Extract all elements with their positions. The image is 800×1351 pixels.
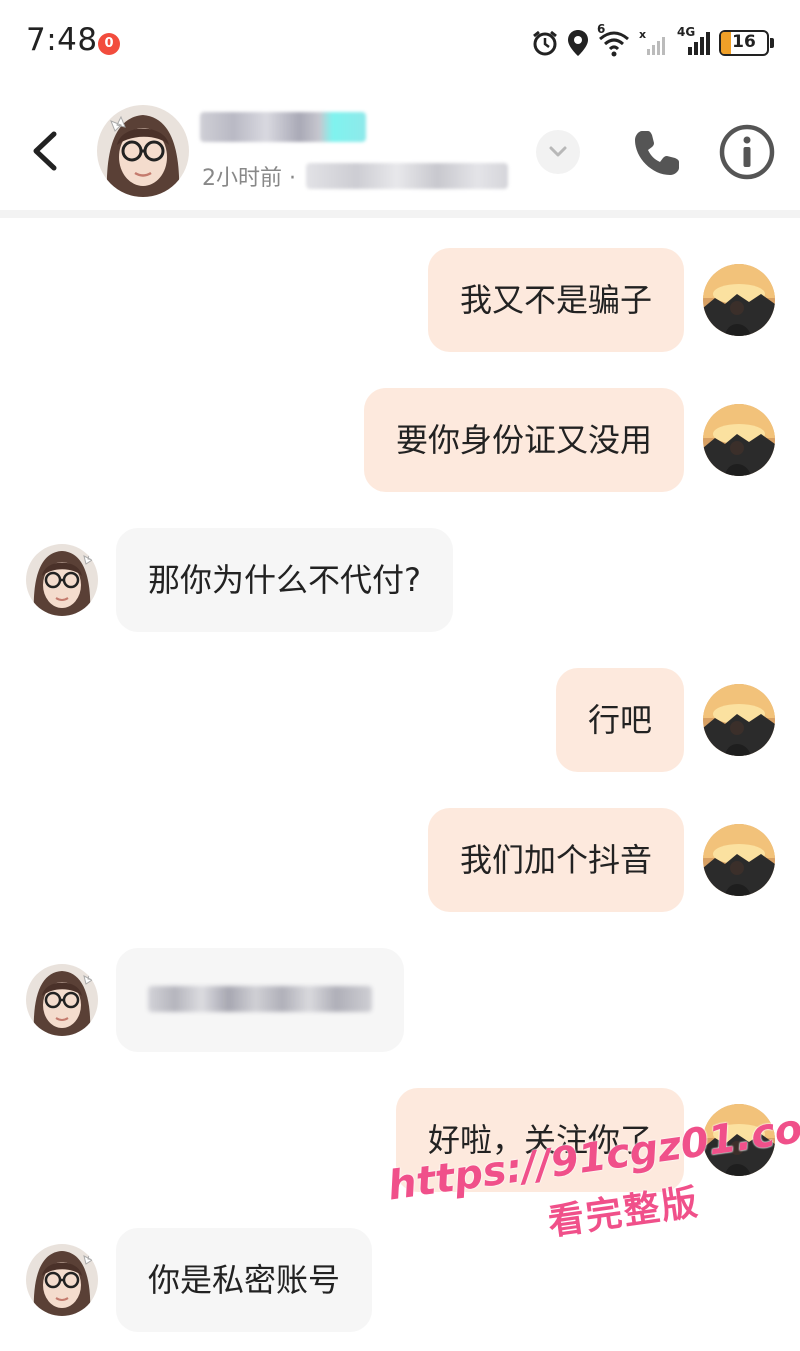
status-time: 7:48: [26, 22, 98, 58]
battery-level: 16: [732, 32, 756, 52]
info-button[interactable]: [718, 123, 776, 181]
my-avatar[interactable]: [703, 1104, 775, 1176]
battery-icon: 16: [719, 30, 769, 56]
contact-message-avatar[interactable]: [26, 964, 98, 1036]
wifi-sim-label: 6: [597, 22, 606, 36]
status-bar: 7:48 0 6 x 4G 16: [0, 0, 800, 90]
wifi-icon: 6: [597, 22, 631, 58]
location-icon: [568, 30, 588, 56]
message-text: 那你为什么不代付?: [148, 561, 421, 599]
incoming-message-bubble[interactable]: 你是私密账号: [116, 1228, 373, 1332]
message-text: 行吧: [587, 701, 652, 739]
chat-header: 2小时前 ·: [0, 90, 800, 218]
signal-empty-icon: x: [639, 29, 665, 55]
network-type: 4G: [677, 25, 696, 39]
message-text: 要你身份证又没用: [395, 421, 652, 459]
status-icons: 6 x 4G 16: [531, 22, 774, 60]
back-button[interactable]: [26, 128, 66, 174]
contact-message-avatar[interactable]: [26, 1244, 98, 1316]
svg-text:x: x: [639, 29, 646, 41]
phone-call-button[interactable]: [630, 126, 684, 180]
contact-avatar[interactable]: [97, 105, 189, 197]
my-avatar[interactable]: [703, 684, 775, 756]
my-avatar[interactable]: [703, 404, 775, 476]
chevron-down-icon: [549, 146, 567, 157]
message-text: 你是私密账号: [148, 1261, 341, 1299]
message-list[interactable]: 我又不是骗子要你身份证又没用那你为什么不代付? 行吧我们加个抖音好啦，关注你了你是…: [0, 226, 800, 1351]
outgoing-message-bubble[interactable]: 我们加个抖音: [427, 808, 684, 912]
contact-message-avatar[interactable]: [26, 544, 98, 616]
message-text: 我又不是骗子: [459, 281, 652, 319]
expand-chevron-button[interactable]: [536, 130, 580, 174]
my-avatar[interactable]: [703, 264, 775, 336]
blurred-message-text: [148, 986, 372, 1012]
incoming-message-bubble[interactable]: [116, 948, 404, 1052]
signal-4g-icon: 4G: [677, 25, 711, 57]
outgoing-message-bubble[interactable]: 要你身份证又没用: [363, 388, 684, 492]
notification-badge: 0: [98, 33, 120, 55]
message-text: 我们加个抖音: [459, 841, 652, 879]
outgoing-message-bubble[interactable]: 行吧: [555, 668, 684, 772]
last-active-time: 2小时前 ·: [202, 166, 296, 191]
contact-detail-blurred: [305, 163, 508, 189]
message-text: 好啦，关注你了: [427, 1121, 652, 1159]
contact-name-blurred: [200, 112, 366, 142]
alarm-icon: [533, 30, 557, 56]
outgoing-message-bubble[interactable]: 好啦，关注你了: [395, 1088, 684, 1192]
last-active-line: 2小时前 ·: [202, 160, 508, 192]
battery-indicator: 16: [719, 30, 774, 56]
my-avatar[interactable]: [703, 824, 775, 896]
incoming-message-bubble[interactable]: 那你为什么不代付?: [116, 528, 453, 632]
outgoing-message-bubble[interactable]: 我又不是骗子: [427, 248, 684, 352]
